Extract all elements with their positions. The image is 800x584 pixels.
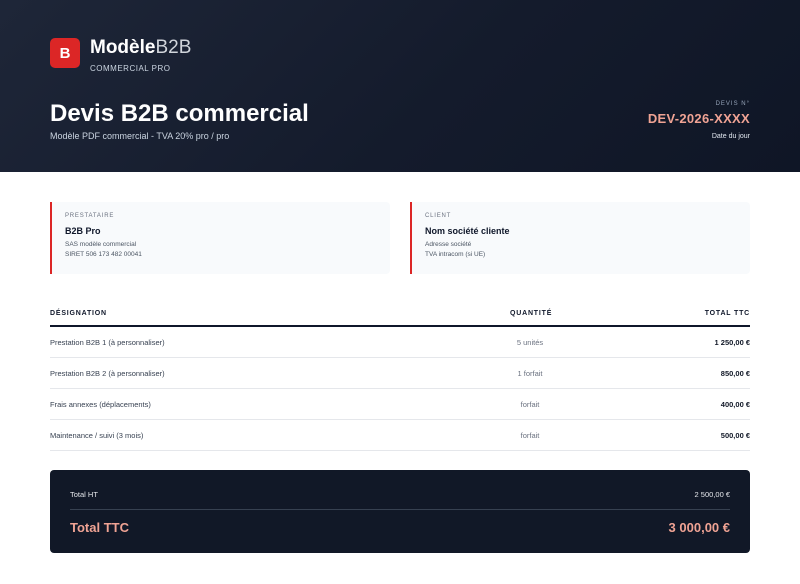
quote-number-label: DEVIS N° xyxy=(715,101,750,107)
provider-name: B2B Pro xyxy=(65,226,101,236)
row-designation: Maintenance / suivi (3 mois) xyxy=(50,431,144,440)
row-designation: Frais annexes (déplacements) xyxy=(50,400,151,409)
line-items-table: DÉSIGNATION QUANTITÉ TOTAL TTC Prestatio… xyxy=(50,305,750,451)
row-quantity: 1 forfait xyxy=(517,369,543,378)
brand-name-light: B2B xyxy=(155,37,192,58)
table-row: Prestation B2B 1 (à personnaliser) 5 uni… xyxy=(50,327,750,358)
row-total: 500,00 € xyxy=(720,431,750,440)
quote-number: DEV-2026-XXXX xyxy=(647,111,750,126)
row-designation: Prestation B2B 1 (à personnaliser) xyxy=(50,338,165,347)
table-row: Maintenance / suivi (3 mois) forfait 500… xyxy=(50,420,750,451)
table-row: Frais annexes (déplacements) forfait 400… xyxy=(50,389,750,420)
provider-label: PRESTATAIRE xyxy=(65,213,115,219)
brand-tagline: COMMERCIAL PRO xyxy=(90,64,171,73)
provider-card: PRESTATAIRE B2B Pro SAS modèle commercia… xyxy=(50,202,390,274)
header-total: TOTAL TTC xyxy=(704,310,750,317)
client-card: CLIENT Nom société cliente Adresse socié… xyxy=(410,202,750,274)
total-ttc-value: 3 000,00 € xyxy=(668,520,730,535)
row-designation: Prestation B2B 2 (à personnaliser) xyxy=(50,369,165,378)
row-quantity: 5 unités xyxy=(516,338,544,347)
totals-divider xyxy=(70,509,730,510)
row-quantity: forfait xyxy=(520,400,540,409)
row-total: 400,00 € xyxy=(720,400,750,409)
totals-panel: Total HT 2 500,00 € Total TTC 3 000,00 € xyxy=(50,470,750,553)
provider-line-2: SIRET 506 173 482 00041 xyxy=(65,251,142,258)
header-designation: DÉSIGNATION xyxy=(50,310,107,317)
document-header: B ModèleB2B COMMERCIAL PRO Devis B2B com… xyxy=(0,0,800,172)
table-row: Prestation B2B 2 (à personnaliser) 1 for… xyxy=(50,358,750,389)
total-ht-value: 2 500,00 € xyxy=(694,490,730,499)
client-label: CLIENT xyxy=(425,213,452,219)
row-quantity: forfait xyxy=(520,431,540,440)
client-name: Nom société cliente xyxy=(425,226,510,236)
page-title: Devis B2B commercial xyxy=(50,100,309,127)
table-header: DÉSIGNATION QUANTITÉ TOTAL TTC xyxy=(50,305,750,327)
total-ttc-label: Total TTC xyxy=(70,520,129,535)
header-quantity: QUANTITÉ xyxy=(510,310,553,317)
client-line-2: TVA intracom (si UE) xyxy=(425,251,486,258)
row-total: 850,00 € xyxy=(720,369,750,378)
row-total: 1 250,00 € xyxy=(714,338,750,347)
page-subtitle: Modèle PDF commercial - TVA 20% pro / pr… xyxy=(50,131,230,141)
brand-logo: B xyxy=(50,38,80,68)
total-ht-label: Total HT xyxy=(70,490,98,499)
provider-line-1: SAS modèle commercial xyxy=(65,241,137,248)
quote-date: Date du jour xyxy=(711,133,750,140)
client-line-1: Adresse société xyxy=(425,241,472,248)
brand-name: ModèleB2B xyxy=(90,37,191,59)
brand-name-bold: Modèle xyxy=(90,37,156,58)
